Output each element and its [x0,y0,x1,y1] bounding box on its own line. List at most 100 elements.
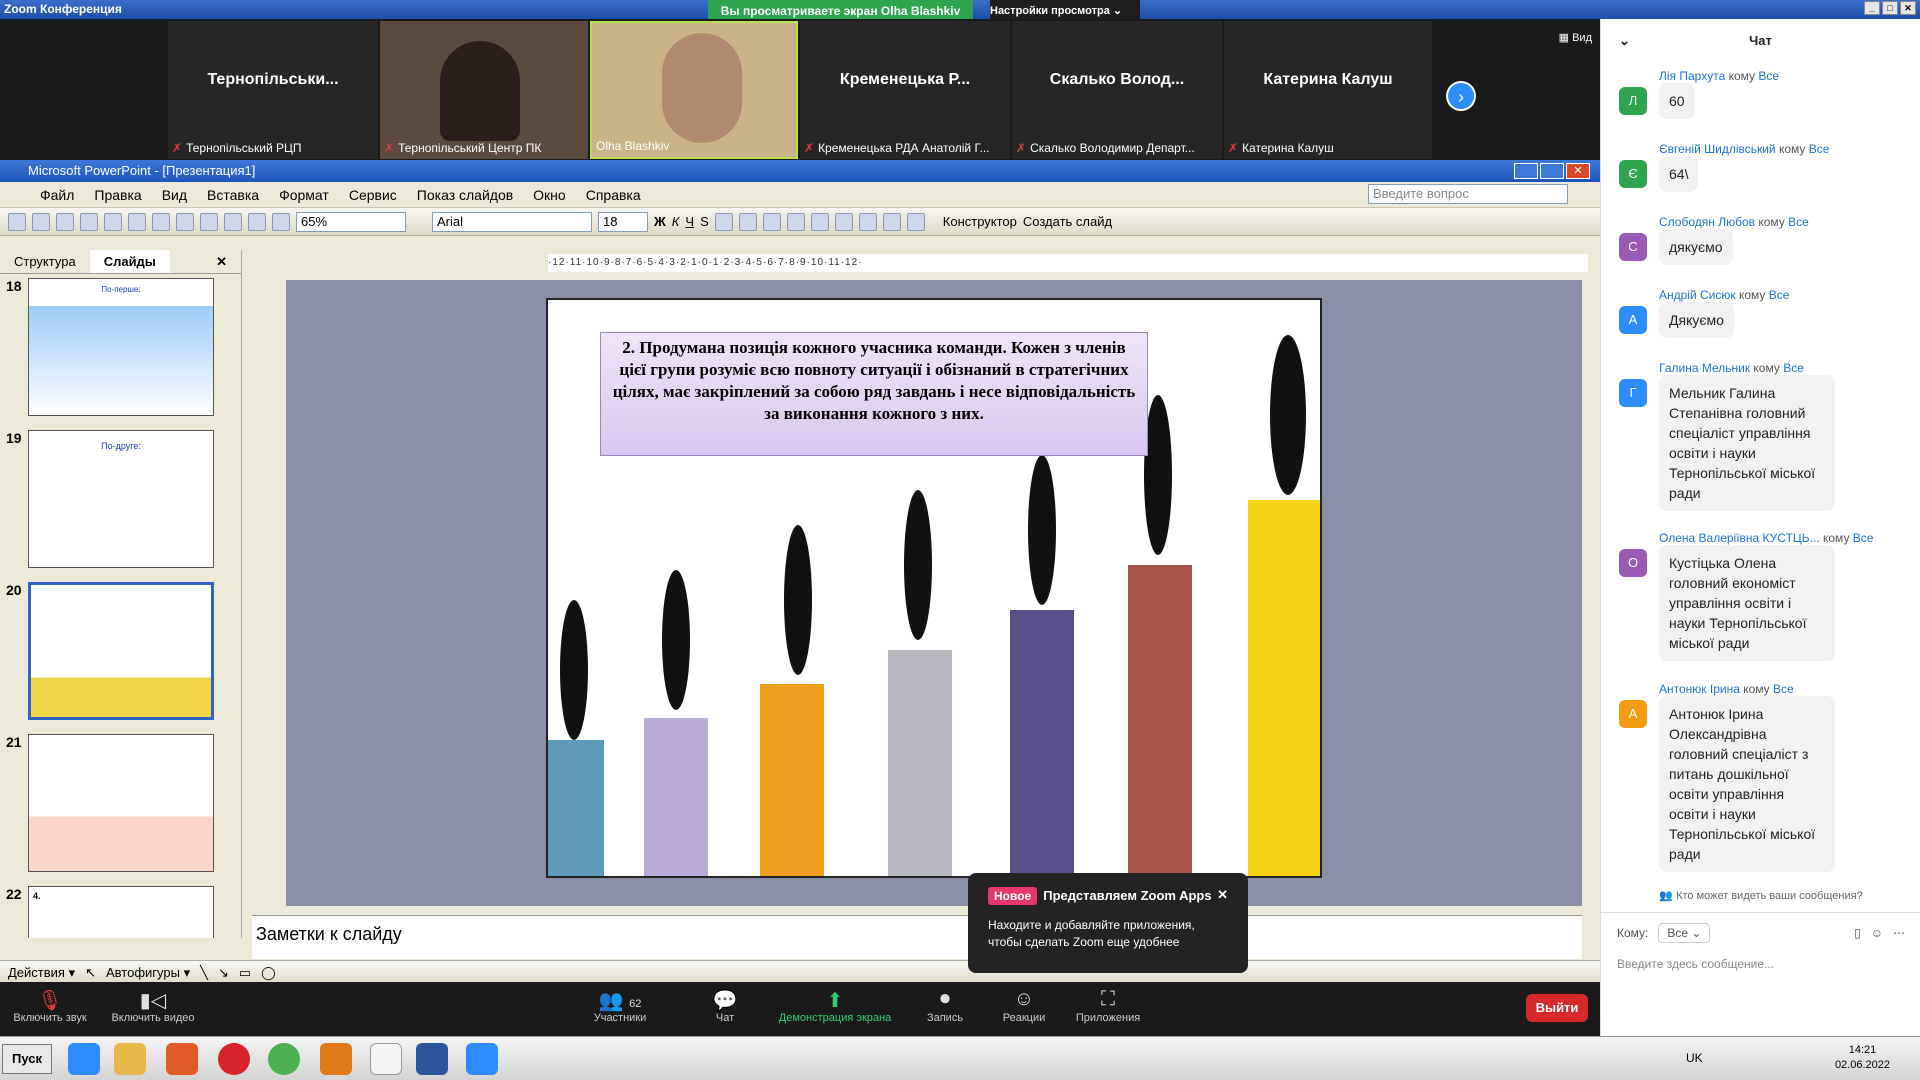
grid-icon[interactable] [272,212,290,231]
draw-actions-menu[interactable]: Действия ▾ [8,965,75,981]
chat-button[interactable]: 💬 Чат [700,988,750,1024]
font-grow-icon[interactable] [834,212,853,231]
clock[interactable]: 14:21 02.06.2022 [1835,1043,1890,1073]
close-icon[interactable]: ✕ [1900,1,1916,15]
minimize-icon[interactable]: _ [1864,1,1880,15]
view-button[interactable]: ▦ Вид [1559,31,1592,44]
start-button[interactable]: Пуск [2,1044,52,1074]
designer-button[interactable]: Конструктор [943,214,1017,229]
font-select[interactable]: Arial [432,211,592,232]
participants-button[interactable]: 👥 62 Участники [588,988,652,1024]
collapse-chevron-icon[interactable]: ⌄ [1619,19,1630,63]
pointer-icon[interactable]: ↖ [85,965,96,981]
oval-icon[interactable]: ◯ [261,965,276,981]
slide-thumbnail-selected[interactable] [28,582,214,720]
leave-button[interactable]: Выйти [1526,994,1588,1022]
sender-name[interactable]: Лія Пархута [1659,69,1725,83]
redo-icon[interactable] [200,212,218,231]
participant-tile[interactable]: Катерина Калуш ✗ Катерина Калуш [1224,21,1432,159]
unmute-button[interactable]: 🎙 Включить звук [10,988,90,1024]
font-size-select[interactable]: 18 [598,211,648,232]
zoom-app-icon[interactable] [466,1043,498,1075]
arrow-icon[interactable]: ↘ [218,965,229,981]
slide-textbox[interactable]: 2. Продумана позиція кожного учасника ко… [600,332,1148,456]
current-slide[interactable]: 2. Продумана позиція кожного учасника ко… [546,298,1322,878]
file-icon[interactable]: ▯ [1854,926,1861,940]
preview-icon[interactable] [104,212,122,231]
menu-edit[interactable]: Правка [94,187,141,203]
document-icon[interactable] [370,1043,402,1075]
chrome-icon[interactable] [268,1043,300,1075]
align-right-icon[interactable] [762,212,781,231]
slide-editor[interactable]: 2. Продумана позиція кожного учасника ко… [286,280,1582,906]
sender-name[interactable]: Антонюк Ірина [1659,682,1740,696]
underline-button[interactable]: Ч [685,214,694,229]
slide-thumb-row[interactable]: 19 По-друге: [0,426,242,576]
open-icon[interactable] [32,212,50,231]
menu-insert[interactable]: Вставка [207,187,259,203]
participant-tile-active[interactable]: Olha Blashkiv [590,21,798,159]
app-icon[interactable] [320,1043,352,1075]
align-center-icon[interactable] [738,212,757,231]
menu-file[interactable]: Файл [40,187,74,203]
slide-thumbnail[interactable]: По-друге: [28,430,214,568]
new-icon[interactable] [8,212,26,231]
save-icon[interactable] [56,212,74,231]
participant-tile[interactable]: Тернопільськи... ✗ Тернопільський РЦП [168,21,378,159]
share-screen-button[interactable]: ⬆ Демонстрация экрана [770,988,900,1024]
ie-icon[interactable] [68,1043,100,1075]
explorer-icon[interactable] [114,1043,146,1075]
sender-name[interactable]: Слободян Любов [1659,215,1755,229]
line-icon[interactable]: ╲ [200,965,208,981]
next-page-button[interactable]: › [1446,81,1476,111]
tab-outline[interactable]: Структура [0,250,90,273]
close-icon[interactable]: ✕ [1566,163,1590,179]
record-button[interactable]: ⏺ Запись [920,988,970,1024]
bold-button[interactable]: Ж [654,214,666,229]
print-icon[interactable] [80,212,98,231]
who-can-see-link[interactable]: 👥 Кто может видеть ваши сообщения? [1601,889,1920,902]
font-shrink-icon[interactable] [858,212,877,231]
slide-thumb-row[interactable]: 18 По-перше: [0,274,242,424]
menu-tools[interactable]: Сервис [349,187,397,203]
shadow-button[interactable]: S [700,214,709,229]
message-input[interactable]: Введите здесь сообщение... [1601,953,1920,975]
new-slide-button[interactable]: Создать слайд [1023,214,1112,229]
menu-window[interactable]: Окно [533,187,566,203]
recipient-select[interactable]: Все ⌄ [1658,923,1711,943]
numbering-icon[interactable] [786,212,805,231]
emoji-icon[interactable]: ☺ [1871,926,1883,940]
table-icon[interactable] [248,212,266,231]
slide-notes[interactable]: Заметки к слайду [252,915,1582,959]
bullets-icon[interactable] [810,212,829,231]
sender-name[interactable]: Євгеній Шидлівський [1659,142,1776,156]
sender-name[interactable]: Андрій Сисюк [1659,288,1736,302]
media-player-icon[interactable] [166,1043,198,1075]
chart-icon[interactable] [224,212,242,231]
more-icon[interactable]: ⋯ [1893,926,1905,940]
align-left-icon[interactable] [714,212,733,231]
rectangle-icon[interactable]: ▭ [239,965,251,981]
slide-thumbnail[interactable]: 4. [28,886,214,938]
close-panel-icon[interactable]: ✕ [202,250,241,273]
maximize-icon[interactable]: □ [1882,1,1898,15]
slide-thumb-row[interactable]: 21 [0,730,242,880]
indent-icon[interactable] [882,212,901,231]
menu-help[interactable]: Справка [586,187,641,203]
menu-slideshow[interactable]: Показ слайдов [417,187,513,203]
apps-button[interactable]: ⛶ Приложения [1068,988,1148,1024]
close-icon[interactable]: ✕ [1217,887,1228,903]
language-indicator[interactable]: UK [1686,1051,1703,1065]
participant-tile[interactable]: ✗ Тернопільський Центр ПК [380,21,588,159]
participant-tile[interactable]: Скалько Волод... ✗ Скалько Володимир Депа… [1012,21,1222,159]
slide-thumbnail[interactable]: По-перше: [28,278,214,416]
italic-button[interactable]: К [672,214,680,229]
menu-format[interactable]: Формат [279,187,329,203]
reactions-button[interactable]: ☺ Реакции [996,988,1052,1024]
tab-slides[interactable]: Слайды [89,250,170,273]
cut-icon[interactable] [152,212,170,231]
autoshapes-menu[interactable]: Автофигуры ▾ [106,965,190,981]
slide-thumb-row[interactable]: 22 4. [0,882,242,938]
font-color-icon[interactable] [906,212,925,231]
spellcheck-icon[interactable] [128,212,146,231]
